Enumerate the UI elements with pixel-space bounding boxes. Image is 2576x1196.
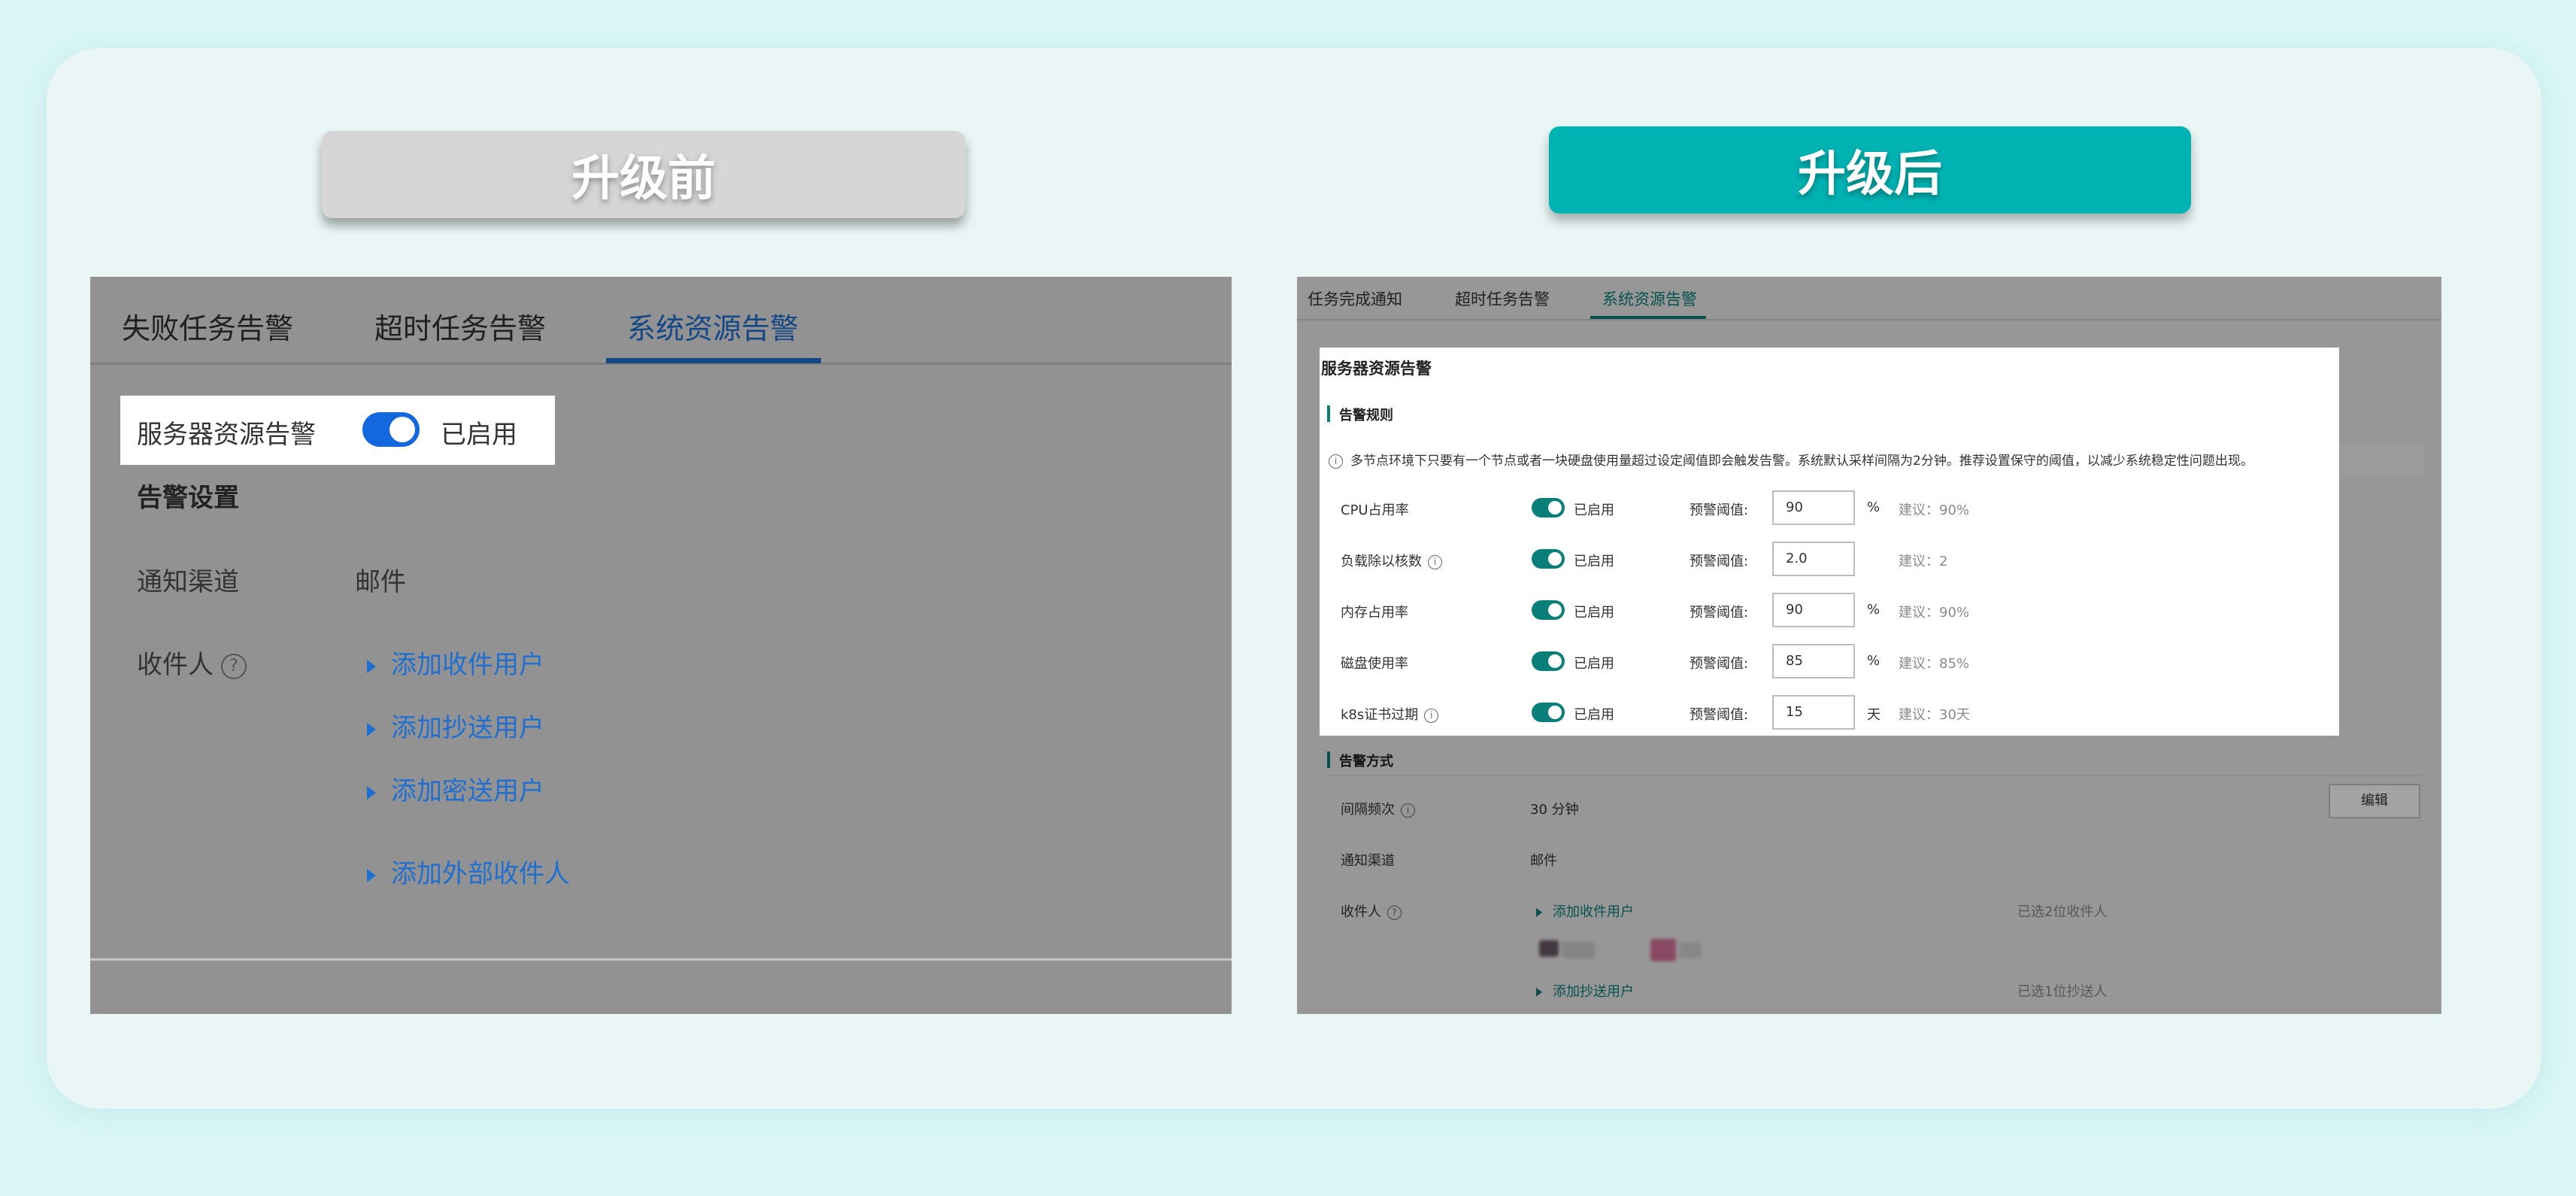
rule-status: 已启用: [1574, 554, 1614, 569]
suggestion: 建议：30天: [1899, 707, 1970, 723]
before-screenshot: 失败任务告警 超时任务告警 系统资源告警 服务器资源告警 已启用 告警设置 通知…: [90, 277, 1232, 1014]
add-recipient-link[interactable]: 添加收件用户: [1536, 901, 1634, 921]
rule-toggle[interactable]: [1532, 600, 1565, 620]
rule-status: 已启用: [1574, 656, 1614, 672]
rule-status: 已启用: [1574, 707, 1614, 723]
tab-task-complete-notice[interactable]: 任务完成通知: [1308, 287, 1402, 310]
interval-label: 间隔频次 i: [1341, 799, 1415, 818]
active-tab-underline: [606, 358, 821, 363]
tab-timeout-task-alert[interactable]: 超时任务告警: [374, 305, 546, 347]
avatar: [1650, 939, 1676, 961]
caret-right-icon: [367, 722, 376, 736]
server-alert-status: 已启用: [441, 420, 517, 450]
rule-name: 磁盘使用率: [1341, 656, 1408, 672]
rule-toggle[interactable]: [1532, 703, 1565, 722]
suggestion: 建议：90%: [1899, 502, 1970, 518]
suggestion: 建议：2: [1899, 554, 1948, 569]
threshold-input[interactable]: 90: [1772, 593, 1855, 627]
method-title: 告警方式: [1327, 751, 1393, 770]
add-cc-link[interactable]: 添加抄送用户: [1536, 981, 1634, 1000]
add-cc-link[interactable]: 添加抄送用户: [367, 707, 544, 744]
after-banner: 升级后: [1549, 126, 2191, 214]
caret-right-icon: [367, 785, 376, 800]
caret-right-icon: [367, 868, 376, 882]
edit-button[interactable]: 编辑: [2329, 784, 2420, 818]
add-bcc-link[interactable]: 添加密送用户: [367, 770, 544, 807]
info-text: i 多节点环境下只要有一个节点或者一块硬盘使用量超过设定阈值即会触发告警。系统默认…: [1329, 450, 2253, 469]
channel-label: 通知渠道: [137, 567, 239, 597]
caret-right-icon: [1536, 908, 1542, 917]
info-icon: i: [1329, 454, 1343, 469]
alert-settings-title: 告警设置: [137, 483, 239, 513]
info-icon[interactable]: i: [1428, 554, 1442, 569]
add-external-recipient-link[interactable]: 添加外部收件人: [367, 853, 570, 890]
threshold-unit: %: [1867, 499, 1880, 515]
rule-status: 已启用: [1574, 502, 1614, 518]
threshold-unit: 天: [1867, 707, 1880, 723]
threshold-unit: %: [1867, 602, 1880, 618]
divider: [1327, 775, 2423, 776]
after-tab-bar: 任务完成通知 超时任务告警 系统资源告警: [1297, 277, 2441, 320]
rules-title: 告警规则: [1327, 405, 1393, 424]
recipients-label: 收件人?: [1341, 901, 1402, 921]
info-icon[interactable]: i: [1424, 708, 1439, 723]
tab-system-resource-alert[interactable]: 系统资源告警: [627, 305, 799, 347]
recipient-count: 已选2位收件人: [2017, 904, 2108, 920]
threshold-label: 预警阈值:: [1690, 554, 1749, 569]
threshold-input[interactable]: 15: [1772, 695, 1855, 730]
server-alert-toggle[interactable]: [362, 412, 420, 447]
info-icon[interactable]: i: [1401, 803, 1415, 818]
before-banner: 升级前: [322, 131, 965, 218]
before-tab-bar: 失败任务告警 超时任务告警 系统资源告警: [90, 277, 1232, 365]
channel-value: 邮件: [1530, 853, 1557, 869]
question-circle-icon[interactable]: ?: [221, 653, 247, 679]
threshold-label: 预警阈值:: [1690, 502, 1749, 518]
threshold-input[interactable]: 85: [1772, 644, 1855, 678]
section-title: 服务器资源告警: [1321, 360, 1432, 378]
rule-toggle[interactable]: [1532, 651, 1565, 671]
rule-name: k8s证书过期 i: [1341, 704, 1439, 724]
server-alert-highlight: 服务器资源告警 已启用: [120, 396, 555, 465]
rule-toggle[interactable]: [1532, 498, 1565, 518]
avatar: [1539, 940, 1559, 957]
threshold-label: 预警阈值:: [1690, 707, 1749, 723]
channel-value: 邮件: [355, 567, 406, 597]
suggestion: 建议：90%: [1899, 605, 1970, 621]
caret-right-icon: [1536, 988, 1542, 997]
recipients-label: 收件人?: [137, 644, 247, 681]
threshold-input[interactable]: 2.0: [1772, 542, 1855, 576]
add-recipient-link[interactable]: 添加收件用户: [367, 644, 544, 681]
tab-failed-task-alert[interactable]: 失败任务告警: [122, 305, 293, 347]
caret-right-icon: [367, 659, 376, 673]
tab-timeout-task-alert[interactable]: 超时任务告警: [1455, 287, 1550, 310]
threshold-label: 预警阈值:: [1690, 656, 1749, 672]
cc-count: 已选1位抄送人: [2017, 984, 2108, 1000]
rule-toggle[interactable]: [1532, 549, 1565, 569]
server-alert-label: 服务器资源告警: [137, 420, 316, 450]
avatar: [1679, 942, 1702, 958]
avatar: [1562, 942, 1595, 958]
channel-label: 通知渠道: [1341, 853, 1395, 869]
active-tab-underline: [1590, 316, 1706, 319]
rule-name: 负载除以核数 i: [1341, 551, 1442, 570]
question-circle-icon[interactable]: ?: [1387, 905, 1402, 920]
threshold-unit: %: [1867, 653, 1880, 669]
rule-status: 已启用: [1574, 605, 1614, 621]
after-screenshot: 任务完成通知 超时任务告警 系统资源告警 服务器资源告警 告警规则 i 多节点环境…: [1297, 277, 2441, 1014]
interval-value: 30 分钟: [1530, 802, 1579, 818]
threshold-label: 预警阈值:: [1690, 605, 1749, 621]
threshold-input[interactable]: 90: [1772, 490, 1855, 525]
divider: [90, 958, 1232, 961]
suggestion: 建议：85%: [1899, 656, 1970, 672]
tab-system-resource-alert[interactable]: 系统资源告警: [1602, 287, 1697, 310]
rule-name: CPU占用率: [1341, 502, 1409, 518]
rule-name: 内存占用率: [1341, 605, 1408, 621]
